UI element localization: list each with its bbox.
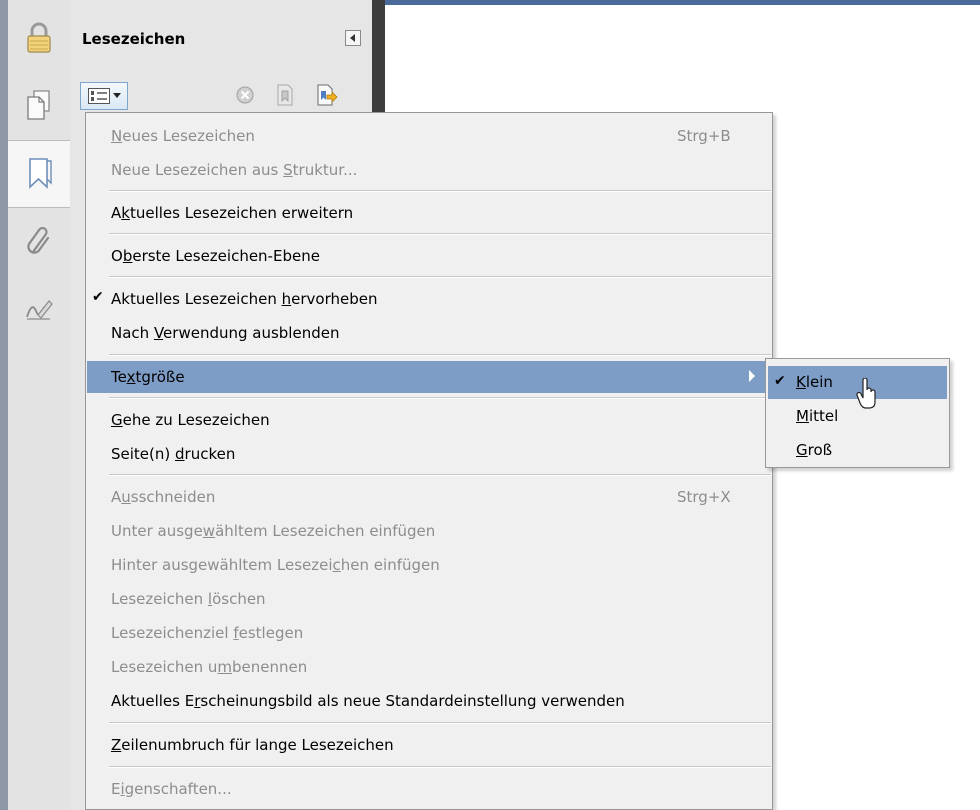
menu-item-aktuelles-lesezeichen-hervorheben[interactable]: ✔ Aktuelles Lesezeichen hervorheben [87,283,771,315]
menu-item-label: Oberste Lesezeichen-Ebene [111,247,320,265]
bookmark-options-menu: Neues Lesezeichen Strg+B Neue Lesezeichen … [85,112,773,810]
menu-item-label: Hinter ausgewähltem Lesezeichen einfügen [111,556,440,574]
delete-bookmark-button[interactable] [232,82,258,108]
lock-icon [27,22,51,53]
menu-item-label: Textgröße [111,368,185,386]
menu-separator [109,766,771,768]
signature-icon [26,300,53,320]
menu-item-unter-ausgewaehltem-lesezeichen-einfuegen[interactable]: Unter ausgewähltem Lesezeichen einfügen [87,515,771,547]
menu-item-textgroesse[interactable]: Textgröße [87,361,771,393]
menu-separator [109,190,771,192]
menu-item-neues-lesezeichen[interactable]: Neues Lesezeichen Strg+B [87,120,771,152]
paperclip-icon [27,226,50,254]
menu-item-label: Lesezeichenziel festlegen [111,624,304,642]
menu-item-aktuelles-erscheinungsbild-als-neue-standardeinstellung-verwenden[interactable]: Aktuelles Erscheinungsbild als neue Stan… [87,685,771,717]
menu-item-label: Aktuelles Lesezeichen erweitern [111,204,354,222]
collapse-arrow-icon [350,34,355,42]
menu-item-seite-n-drucken[interactable]: Seite(n) drucken [87,438,771,470]
security-button[interactable] [8,5,70,71]
tool-rail [8,0,71,810]
submenu-item-gross[interactable]: Groß [768,434,947,467]
menu-item-label: Unter ausgewähltem Lesezeichen einfügen [111,522,436,540]
menu-item-label: Seite(n) drucken [111,445,236,463]
window-frame-top [385,0,980,5]
menu-item-shortcut: Strg+B [677,127,731,145]
menu-item-label: Neues Lesezeichen [111,127,255,145]
delete-bookmark-icon [236,86,254,104]
chevron-down-icon [112,93,121,98]
menu-item-ausschneiden[interactable]: Ausschneiden Strg+X [87,481,771,513]
bookmarks-button[interactable] [8,140,71,208]
menu-item-oberste-lesezeichen-ebene[interactable]: Oberste Lesezeichen-Ebene [87,240,771,272]
signatures-button[interactable] [8,275,70,341]
pages-icon [27,90,50,120]
menu-item-shortcut: Strg+X [677,488,731,506]
menu-item-label: Aktuelles Erscheinungsbild als neue Stan… [111,692,625,710]
menu-item-label: Lesezeichen umbenennen [111,658,308,676]
menu-item-lesezeichen-loeschen[interactable]: Lesezeichen löschen [87,583,771,615]
collapse-panel-button[interactable] [345,30,361,46]
menu-item-nach-verwendung-ausblenden[interactable]: Nach Verwendung ausblenden [87,317,771,349]
menu-item-label: Mittel [796,407,839,425]
menu-separator [109,276,771,278]
menu-item-gehe-zu-lesezeichen[interactable]: Gehe zu Lesezeichen [87,404,771,436]
menu-item-neue-lesezeichen-aus-struktur[interactable]: Neue Lesezeichen aus Struktur... [87,154,771,186]
menu-item-label: Gehe zu Lesezeichen [111,411,270,429]
submenu-arrow-icon [749,370,755,382]
menu-item-label: Klein [796,373,833,391]
menu-item-lesezeichen-umbenennen[interactable]: Lesezeichen umbenennen [87,651,771,683]
new-bookmark-icon [277,84,293,106]
checkmark-icon: ✔ [92,289,104,305]
menu-item-aktuelles-lesezeichen-erweitern[interactable]: Aktuelles Lesezeichen erweitern [87,197,771,229]
menu-item-label: Lesezeichen löschen [111,590,266,608]
attachments-button[interactable] [8,208,70,274]
menu-separator [109,722,771,724]
options-menu-icon [87,88,110,104]
mouse-cursor-icon [856,378,876,409]
menu-item-label: Ausschneiden [111,488,216,506]
menu-item-label: Neue Lesezeichen aus Struktur... [111,161,358,179]
text-size-submenu: ✔ Klein Mittel Groß [765,358,950,468]
new-bookmark-button[interactable] [272,82,298,108]
options-menu-button[interactable] [80,82,128,110]
bookmark-icon [28,158,52,189]
expand-bookmark-button[interactable] [314,82,340,108]
menu-separator [109,474,771,476]
menu-item-label: Aktuelles Lesezeichen hervorheben [111,290,378,308]
menu-item-label: Zeilenumbruch für lange Lesezeichen [111,736,394,754]
menu-item-label: Eigenschaften... [111,780,232,798]
menu-item-zeilenumbruch-fuer-lange-lesezeichen[interactable]: Zeilenumbruch für lange Lesezeichen [87,729,771,761]
panel-title: Lesezeichen [82,30,186,48]
menu-separator [109,233,771,235]
menu-item-hinter-ausgewaehltem-lesezeichen-einfuegen[interactable]: Hinter ausgewähltem Lesezeichen einfügen [87,549,771,581]
expand-bookmark-icon [317,84,338,106]
page-thumbnails-button[interactable] [8,72,70,138]
menu-separator [109,354,771,356]
menu-separator [109,397,771,399]
menu-item-lesezeichenziel-festlegen[interactable]: Lesezeichenziel festlegen [87,617,771,649]
window-frame-left [0,0,8,810]
menu-item-label: Nach Verwendung ausblenden [111,324,340,342]
menu-item-eigenschaften[interactable]: Eigenschaften... [87,773,771,805]
checkmark-icon: ✔ [774,373,786,389]
menu-item-label: Groß [796,441,833,459]
